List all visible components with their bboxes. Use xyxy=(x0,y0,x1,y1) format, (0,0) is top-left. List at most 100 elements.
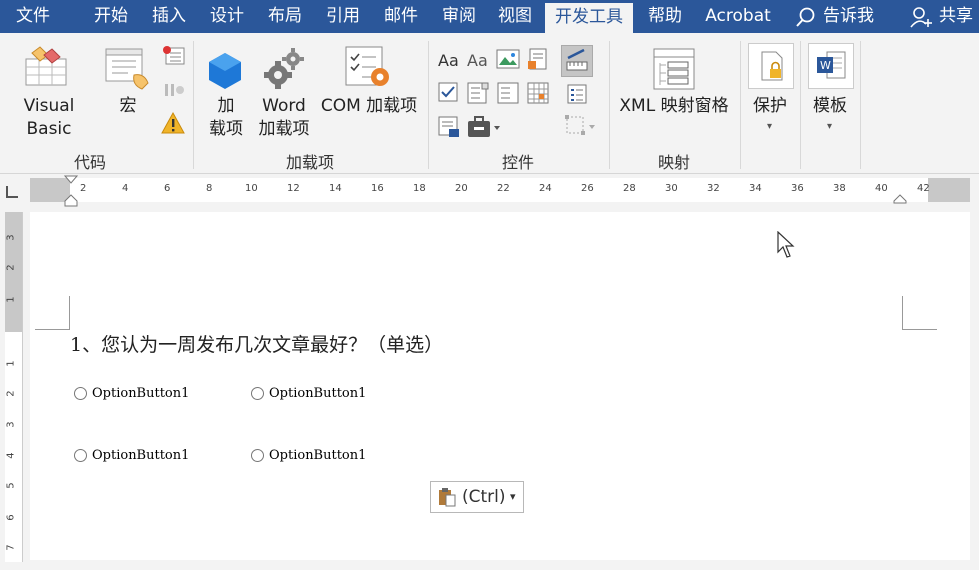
vruler-number: 5 xyxy=(5,482,17,489)
option-button[interactable]: OptionButton1 xyxy=(74,447,189,465)
share-button[interactable]: 共享 xyxy=(907,0,979,33)
vruler-number: 6 xyxy=(5,514,17,521)
tab-acrobat[interactable]: Acrobat xyxy=(700,0,776,33)
design-mode-icon xyxy=(566,48,588,71)
plain-text-control-icon[interactable]: Aa xyxy=(467,51,488,70)
tab-references[interactable]: 引用 xyxy=(320,0,366,33)
tab-review[interactable]: 审阅 xyxy=(436,0,482,33)
horizontal-ruler[interactable]: 2 4 6 8 10 12 14 16 18 20 22 24 26 28 30… xyxy=(30,175,970,207)
visual-basic-icon xyxy=(25,46,67,86)
ruler-number: 30 xyxy=(665,183,678,194)
chevron-down-icon: ▾ xyxy=(827,121,833,132)
indent-marker-icon[interactable] xyxy=(64,175,78,207)
ruler-number: 32 xyxy=(707,183,720,194)
vruler-number: 3 xyxy=(5,234,17,241)
xml-mapping-icon xyxy=(653,48,695,90)
option-button[interactable]: OptionButton1 xyxy=(251,385,366,403)
option-button[interactable]: OptionButton1 xyxy=(251,447,366,465)
group-separator xyxy=(609,41,610,169)
tab-layout[interactable]: 布局 xyxy=(262,0,308,33)
right-indent-marker-icon[interactable] xyxy=(893,194,907,204)
horizontal-ruler-row: 2 4 6 8 10 12 14 16 18 20 22 24 26 28 30… xyxy=(0,174,979,207)
group-separator xyxy=(193,41,194,169)
vertical-ruler-margin xyxy=(5,212,22,332)
tell-me-label: 告诉我 xyxy=(823,6,874,26)
group-control-icon[interactable] xyxy=(563,113,597,139)
controls-group-label: 控件 xyxy=(501,153,534,172)
svg-text:W: W xyxy=(820,59,831,72)
vruler-number: 3 xyxy=(5,421,17,428)
protect-icon-box xyxy=(748,43,794,89)
dropdown-list-control-icon[interactable] xyxy=(496,81,520,105)
ruler-number: 6 xyxy=(164,183,171,194)
vertical-ruler[interactable]: 3 2 1 1 2 3 4 5 6 7 xyxy=(5,212,23,562)
vruler-number: 1 xyxy=(5,360,17,367)
share-label: 共享 xyxy=(939,6,973,26)
protect-label: 保护 xyxy=(753,96,787,116)
tab-selector-icon[interactable] xyxy=(6,186,18,198)
ruler-number: 14 xyxy=(329,183,342,194)
properties-icon[interactable] xyxy=(566,83,588,105)
menu-bar: 文件 开始 插入 设计 布局 引用 邮件 审阅 视图 开发工具 帮助 Acrob… xyxy=(0,0,979,33)
word-addins-label-2: 加载项 xyxy=(258,119,310,139)
tab-mailings[interactable]: 邮件 xyxy=(378,0,424,33)
group-separator xyxy=(740,41,741,169)
word-addins-label-1: Word xyxy=(262,96,306,116)
legacy-tools-icon[interactable] xyxy=(466,115,502,139)
tab-home[interactable]: 开始 xyxy=(86,0,136,33)
chevron-down-icon: ▾ xyxy=(510,490,516,503)
mapping-group-label: 映射 xyxy=(657,153,690,172)
design-mode-button[interactable] xyxy=(561,45,593,77)
radio-icon xyxy=(74,449,87,462)
tab-view[interactable]: 视图 xyxy=(492,0,538,33)
ruler-number: 26 xyxy=(581,183,594,194)
addins-label-2: 载项 xyxy=(209,119,243,139)
tell-me-search[interactable]: 告诉我 xyxy=(793,0,893,33)
option-label: OptionButton1 xyxy=(92,386,190,401)
radio-icon xyxy=(251,449,264,462)
com-addins-icon xyxy=(345,46,389,86)
ruler-number: 12 xyxy=(287,183,300,194)
ruler-number: 24 xyxy=(539,183,552,194)
gears-icon xyxy=(264,48,304,89)
search-icon xyxy=(796,7,815,27)
checkbox-control-icon[interactable] xyxy=(437,81,459,103)
addins-label-1: 加 xyxy=(217,96,235,116)
ruler-number: 40 xyxy=(875,183,888,194)
tab-help[interactable]: 帮助 xyxy=(642,0,688,33)
ruler-number: 38 xyxy=(833,183,846,194)
repeating-section-icon[interactable] xyxy=(437,115,461,139)
rich-text-control-icon[interactable]: Aa xyxy=(438,51,459,70)
macro-security-icon[interactable] xyxy=(160,111,186,135)
lock-document-icon xyxy=(761,51,783,81)
vruler-number: 2 xyxy=(5,390,17,397)
tab-developer[interactable]: 开发工具 xyxy=(545,3,633,33)
macro-label: 宏 xyxy=(119,96,137,116)
pause-recording-icon[interactable] xyxy=(162,81,186,99)
code-group-label: 代码 xyxy=(73,153,106,172)
vruler-number: 4 xyxy=(5,452,17,459)
paste-options-button[interactable]: (Ctrl) ▾ xyxy=(430,481,524,513)
tab-insert[interactable]: 插入 xyxy=(146,0,192,33)
ruler-number: 2 xyxy=(80,183,87,194)
ribbon: Visual Basic 宏 代码 加 载项 Word 加载项 COM 加载项 … xyxy=(0,33,979,174)
xml-mapping-label: XML 映射窗格 xyxy=(619,96,729,116)
tab-file[interactable]: 文件 xyxy=(10,0,56,33)
option-button[interactable]: OptionButton1 xyxy=(74,385,189,403)
group-separator xyxy=(860,41,861,169)
building-block-icon[interactable] xyxy=(526,47,550,71)
ruler-number: 20 xyxy=(455,183,468,194)
record-macro-icon[interactable] xyxy=(162,45,186,67)
group-separator xyxy=(800,41,801,169)
date-picker-control-icon[interactable] xyxy=(526,81,550,105)
combo-box-control-icon[interactable] xyxy=(466,81,490,105)
group-separator xyxy=(428,41,429,169)
tab-design[interactable]: 设计 xyxy=(204,0,250,33)
picture-control-icon[interactable] xyxy=(496,49,520,69)
word-template-icon: W xyxy=(817,51,846,79)
vruler-number: 7 xyxy=(5,544,17,551)
option-label: OptionButton1 xyxy=(269,448,367,463)
ruler-number: 4 xyxy=(122,183,129,194)
vruler-number: 2 xyxy=(5,264,17,271)
vruler-number: 1 xyxy=(5,296,17,303)
